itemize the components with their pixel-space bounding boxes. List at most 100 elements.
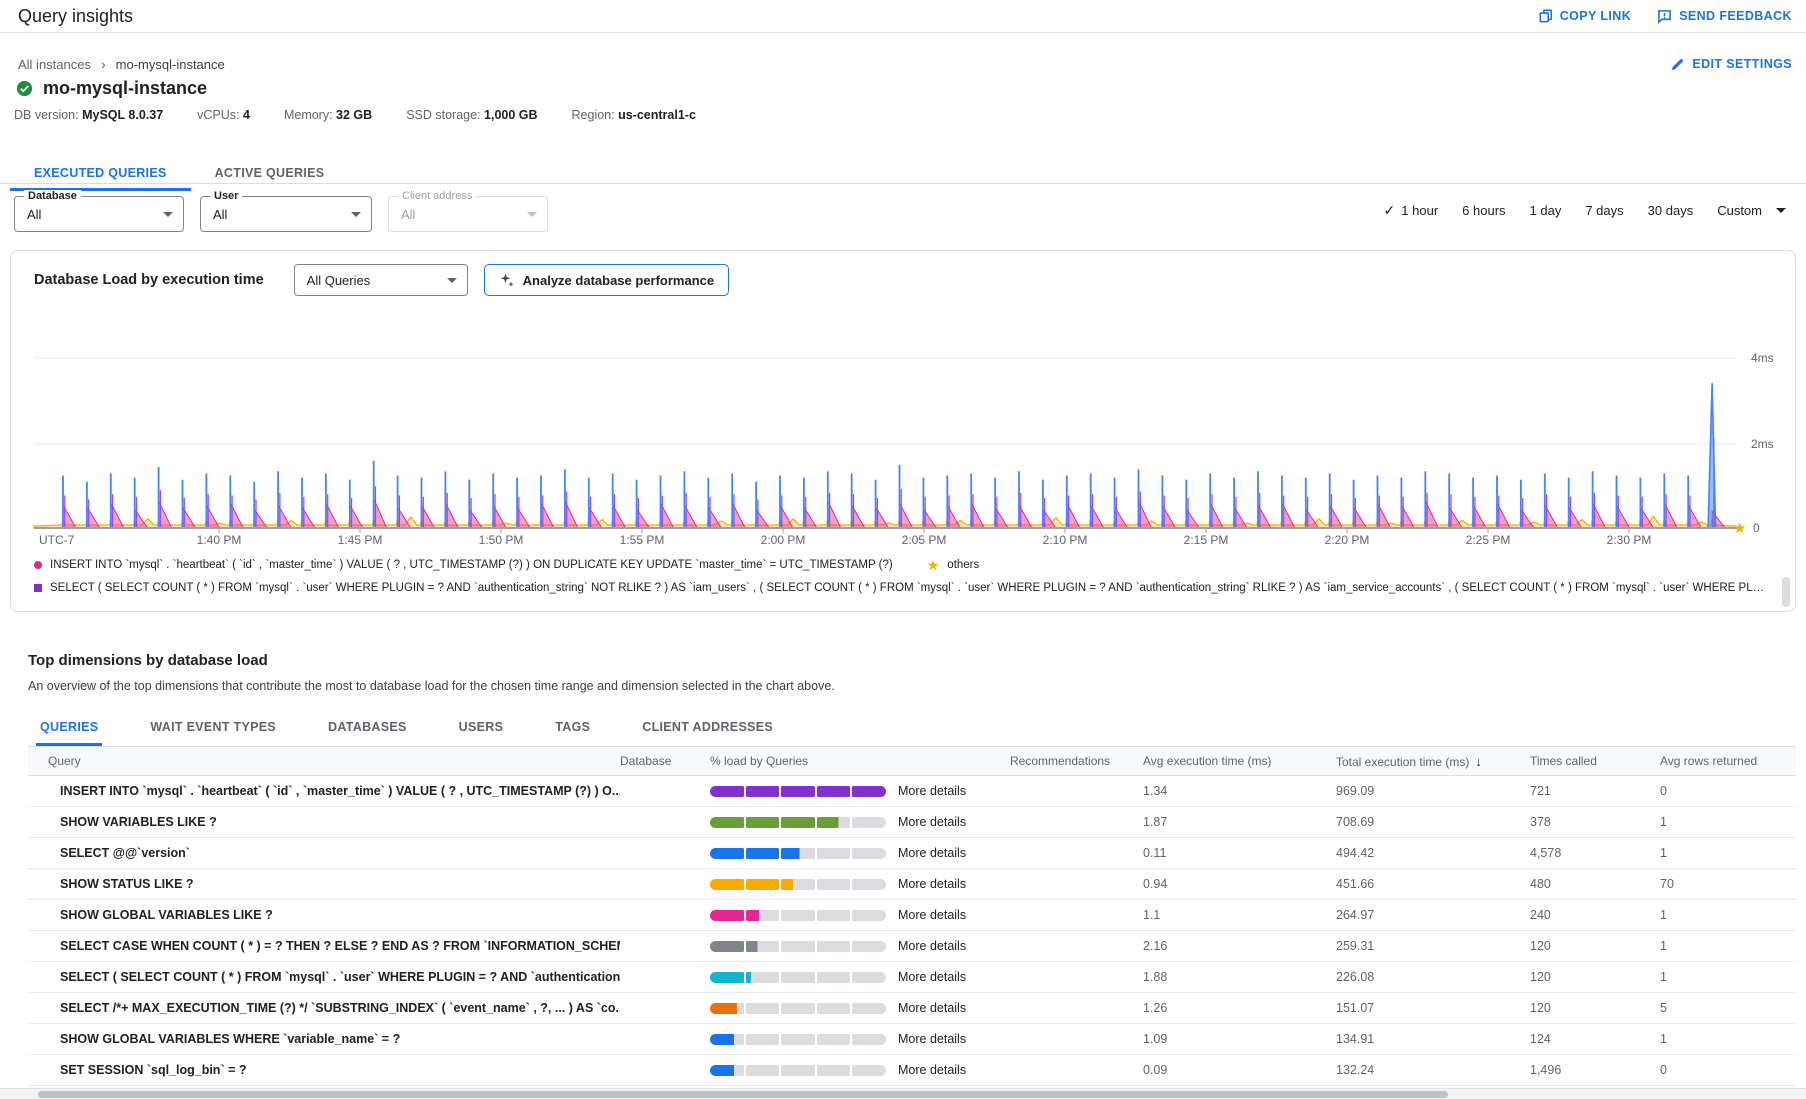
copy-link-button[interactable]: COPY LINK bbox=[1539, 9, 1631, 24]
more-details-link[interactable]: More details bbox=[898, 846, 1010, 860]
more-details-link[interactable]: More details bbox=[898, 784, 1010, 798]
user-filter-select[interactable]: User All bbox=[200, 196, 372, 232]
database-load-chart[interactable]: 4ms2ms0★UTC-71:40 PM1:45 PM1:50 PM1:55 P… bbox=[11, 301, 1795, 551]
column-header-database[interactable]: Database bbox=[620, 754, 710, 768]
query-text[interactable]: SHOW GLOBAL VARIABLES LIKE ? bbox=[28, 908, 620, 922]
avg-execution-time-cell: 1.34 bbox=[1143, 784, 1336, 798]
query-text[interactable]: SHOW STATUS LIKE ? bbox=[28, 877, 620, 891]
instance-meta-item: DB version: MySQL 8.0.37 bbox=[14, 108, 163, 122]
time-range-7-days[interactable]: 7 days bbox=[1585, 203, 1623, 218]
load-bar-segment bbox=[710, 910, 744, 921]
time-range-1-hour[interactable]: ✓1 hour bbox=[1384, 202, 1439, 219]
more-details-link[interactable]: More details bbox=[898, 1063, 1010, 1077]
analyze-database-performance-button[interactable]: Analyze database performance bbox=[484, 264, 729, 296]
more-details-link[interactable]: More details bbox=[898, 1032, 1010, 1046]
column-header-recommendations[interactable]: Recommendations bbox=[1010, 754, 1143, 768]
load-bar-segment bbox=[746, 910, 780, 921]
legend-item[interactable]: INSERT INTO `mysql` . `heartbeat` ( `id`… bbox=[34, 559, 893, 571]
column-header-avg-rows-returned[interactable]: Avg rows returned bbox=[1660, 754, 1796, 768]
check-icon: ✓ bbox=[1384, 202, 1396, 219]
column-header-total-execution-time[interactable]: Total execution time (ms)↓ bbox=[1336, 754, 1530, 769]
load-section-title: Database Load by execution time bbox=[34, 272, 264, 288]
table-row: SELECT /*+ MAX_EXECUTION_TIME (?) */ `SU… bbox=[28, 993, 1796, 1024]
time-range-1-day[interactable]: 1 day bbox=[1530, 203, 1562, 218]
query-text[interactable]: SELECT ( SELECT COUNT ( * ) FROM `mysql`… bbox=[28, 970, 620, 984]
table-row: SHOW STATUS LIKE ?More details0.94451.66… bbox=[28, 869, 1796, 900]
tab-executed-queries[interactable]: EXECUTED QUERIES bbox=[10, 156, 191, 191]
time-range-6-hours[interactable]: 6 hours bbox=[1462, 203, 1505, 218]
svg-text:2:05 PM: 2:05 PM bbox=[902, 533, 947, 547]
load-bar-segment bbox=[781, 848, 815, 859]
load-bar-segment bbox=[781, 879, 815, 890]
avg-execution-time-cell: 1.1 bbox=[1143, 908, 1336, 922]
instance-meta-item: vCPUs: 4 bbox=[197, 108, 250, 122]
dimension-tab-queries[interactable]: QUERIES bbox=[36, 712, 102, 746]
table-row: SELECT ( SELECT COUNT ( * ) FROM `mysql`… bbox=[28, 962, 1796, 993]
load-bar-segment bbox=[746, 1003, 780, 1014]
time-range-selector: ✓1 hour 6 hours 1 day 7 days 30 days Custom bbox=[1384, 202, 1786, 219]
load-bar-segment bbox=[852, 1003, 886, 1014]
dimension-tab-databases[interactable]: DATABASES bbox=[324, 712, 411, 746]
legend-item[interactable]: SELECT ( SELECT COUNT ( * ) FROM `mysql`… bbox=[34, 582, 1765, 594]
more-details-link[interactable]: More details bbox=[898, 970, 1010, 984]
dimension-tab-client-addresses[interactable]: CLIENT ADDRESSES bbox=[638, 712, 777, 746]
column-header-load[interactable]: % load by Queries bbox=[710, 754, 1010, 768]
load-bar-segment bbox=[817, 817, 851, 828]
total-execution-time-cell: 494.42 bbox=[1336, 846, 1530, 860]
horizontal-scrollbar-thumb[interactable] bbox=[38, 1091, 1448, 1098]
instance-meta-item: SSD storage: 1,000 GB bbox=[406, 108, 537, 122]
times-called-cell: 721 bbox=[1530, 784, 1660, 798]
load-bar-segment bbox=[781, 786, 815, 797]
query-text[interactable]: SET SESSION `sql_log_bin` = ? bbox=[28, 1063, 620, 1077]
dimension-tab-users[interactable]: USERS bbox=[455, 712, 508, 746]
send-feedback-button[interactable]: SEND FEEDBACK bbox=[1657, 9, 1792, 24]
load-bar bbox=[710, 941, 898, 952]
breadcrumb-current: mo-mysql-instance bbox=[116, 57, 225, 72]
column-header-times-called[interactable]: Times called bbox=[1530, 754, 1660, 768]
more-details-link[interactable]: More details bbox=[898, 939, 1010, 953]
instance-meta-item: Memory: 32 GB bbox=[284, 108, 372, 122]
query-scope-select[interactable]: All Queries bbox=[294, 264, 468, 296]
query-text[interactable]: SHOW VARIABLES LIKE ? bbox=[28, 815, 620, 829]
dimension-tab-wait-event-types[interactable]: WAIT EVENT TYPES bbox=[146, 712, 280, 746]
column-header-avg-execution-time[interactable]: Avg execution time (ms) bbox=[1143, 754, 1336, 768]
breadcrumb-all-instances[interactable]: All instances bbox=[18, 57, 91, 72]
svg-text:1:40 PM: 1:40 PM bbox=[197, 533, 242, 547]
time-range-custom[interactable]: Custom bbox=[1717, 203, 1786, 218]
user-filter-value: All bbox=[213, 207, 343, 222]
legend-scrollbar[interactable] bbox=[1782, 577, 1790, 607]
table-row: SET SESSION `sql_log_bin` = ? More detail… bbox=[28, 1055, 1796, 1086]
database-filter-label: Database bbox=[24, 190, 81, 202]
avg-rows-returned-cell: 1 bbox=[1660, 846, 1796, 860]
times-called-cell: 120 bbox=[1530, 1001, 1660, 1015]
time-range-30-days[interactable]: 30 days bbox=[1648, 203, 1694, 218]
load-bar-segment bbox=[781, 941, 815, 952]
load-bar bbox=[710, 910, 898, 921]
more-details-link[interactable]: More details bbox=[898, 877, 1010, 891]
dimension-tab-tags[interactable]: TAGS bbox=[551, 712, 594, 746]
chevron-down-icon bbox=[527, 212, 537, 217]
edit-settings-button[interactable]: EDIT SETTINGS bbox=[1670, 57, 1792, 72]
legend-item[interactable]: ★others bbox=[901, 559, 980, 571]
load-bar-segment bbox=[817, 1034, 851, 1045]
tab-active-queries[interactable]: ACTIVE QUERIES bbox=[191, 156, 349, 191]
load-bar-segment bbox=[746, 1034, 780, 1045]
database-filter-select[interactable]: Database All bbox=[14, 196, 184, 232]
query-text[interactable]: SELECT @@`version` bbox=[28, 846, 620, 860]
analyze-button-label: Analyze database performance bbox=[523, 273, 714, 288]
load-bar-segment bbox=[781, 1003, 815, 1014]
query-text[interactable]: SHOW GLOBAL VARIABLES WHERE `variable_na… bbox=[28, 1032, 620, 1046]
more-details-link[interactable]: More details bbox=[898, 1001, 1010, 1015]
column-header-query[interactable]: Query bbox=[28, 754, 620, 768]
main-tabs: EXECUTED QUERIESACTIVE QUERIES bbox=[10, 156, 348, 191]
load-bar-segment bbox=[710, 786, 744, 797]
avg-rows-returned-cell: 0 bbox=[1660, 784, 1796, 798]
table-row: SHOW GLOBAL VARIABLES LIKE ? More details… bbox=[28, 900, 1796, 931]
more-details-link[interactable]: More details bbox=[898, 908, 1010, 922]
query-text[interactable]: SELECT /*+ MAX_EXECUTION_TIME (?) */ `SU… bbox=[28, 1001, 620, 1015]
horizontal-scrollbar[interactable] bbox=[0, 1088, 1806, 1099]
query-text[interactable]: INSERT INTO `mysql` . `heartbeat` ( `id`… bbox=[28, 784, 620, 798]
query-text[interactable]: SELECT CASE WHEN COUNT ( * ) = ? THEN ? … bbox=[28, 939, 620, 953]
more-details-link[interactable]: More details bbox=[898, 815, 1010, 829]
total-execution-time-cell: 451.66 bbox=[1336, 877, 1530, 891]
